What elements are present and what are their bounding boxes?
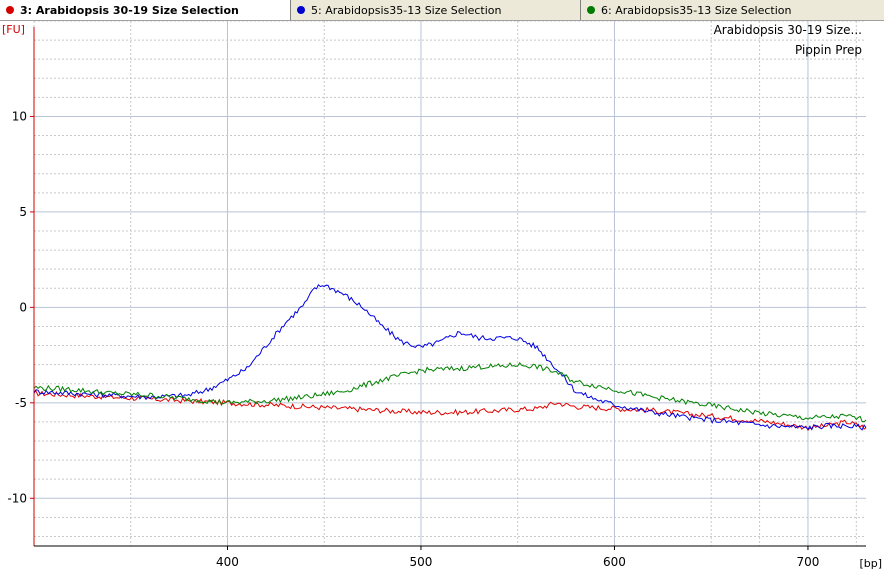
electropherogram-chart: -10 -5 0 5 10 400 500 600 700 [FU] [bp] Arabidop… [2,21,882,570]
x-tick-label: 700 [797,555,820,569]
chart-title: Arabidopsis 30-19 Size... [714,23,862,37]
tab-sample-6[interactable]: 6: Arabidopsis35-13 Size Selection [581,0,884,20]
x-tick-label: 600 [603,555,626,569]
chart-subtitle: Pippin Prep [795,43,862,57]
sample-5-color-dot-icon [297,6,305,14]
y-tick-label: 10 [12,109,27,123]
x-axis-unit-label: [bp] [859,557,882,570]
y-tick-label: -10 [7,491,27,505]
tab-label: 5: Arabidopsis35-13 Size Selection [311,3,502,17]
y-tick-label: 5 [19,205,27,219]
y-axis-unit-label: [FU] [2,23,25,36]
tab-sample-3[interactable]: 3: Arabidopsis 30-19 Size Selection [0,0,291,20]
sample-tab-bar: 3: Arabidopsis 30-19 Size Selection 5: A… [0,0,884,21]
sample-6-color-dot-icon [587,6,595,14]
x-tick-label: 500 [410,555,433,569]
series-line-2 [33,283,867,431]
tab-sample-5[interactable]: 5: Arabidopsis35-13 Size Selection [291,0,581,20]
tab-label: 6: Arabidopsis35-13 Size Selection [601,3,792,17]
tab-label: 3: Arabidopsis 30-19 Size Selection [20,3,239,17]
y-tick-label: -5 [15,396,27,410]
x-tick-label: 400 [216,555,239,569]
sample-3-color-dot-icon [6,6,14,14]
y-tick-label: 0 [19,300,27,314]
